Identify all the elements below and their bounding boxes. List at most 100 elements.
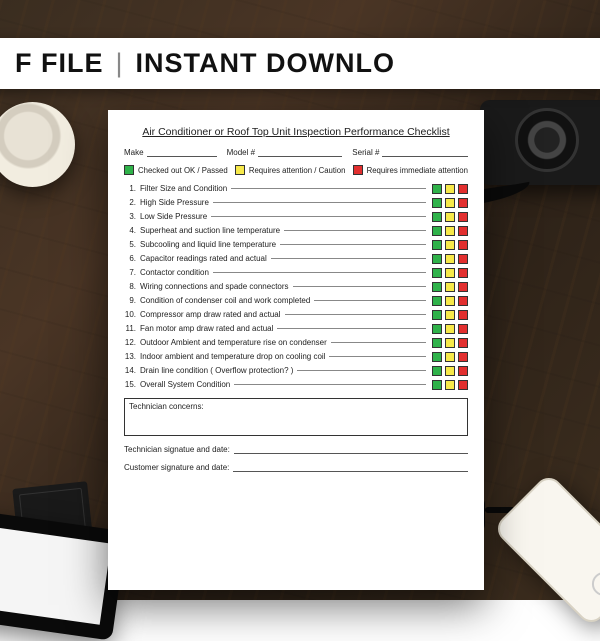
checklist-row: 8.Wiring connections and spade connector… (124, 282, 468, 292)
item-number: 11. (124, 325, 140, 333)
checkbox-immediate[interactable] (458, 184, 468, 194)
checkbox-passed[interactable] (432, 324, 442, 334)
item-number: 12. (124, 339, 140, 347)
checklist-row: 15.Overall System Condition (124, 380, 468, 390)
product-mockup-scene: F FILE | INSTANT DOWNLO Air Conditioner … (0, 0, 600, 600)
checkbox-caution[interactable] (445, 212, 455, 222)
item-notes-line[interactable] (211, 216, 426, 217)
legend-label-immediate: Requires immediate attention (367, 166, 468, 175)
checkbox-passed[interactable] (432, 240, 442, 250)
checkbox-immediate[interactable] (458, 212, 468, 222)
item-status-boxes (432, 366, 468, 376)
item-notes-line[interactable] (280, 244, 426, 245)
checkbox-passed[interactable] (432, 184, 442, 194)
concerns-label: Technician concerns: (129, 402, 204, 411)
checkbox-passed[interactable] (432, 226, 442, 236)
checklist-row: 6.Capacitor readings rated and actual (124, 254, 468, 264)
checkbox-passed[interactable] (432, 198, 442, 208)
checkbox-passed[interactable] (432, 212, 442, 222)
checkbox-immediate[interactable] (458, 324, 468, 334)
item-status-boxes (432, 324, 468, 334)
item-notes-line[interactable] (329, 356, 426, 357)
checkbox-passed[interactable] (432, 296, 442, 306)
checkbox-immediate[interactable] (458, 366, 468, 376)
technician-concerns-box[interactable]: Technician concerns: (124, 398, 468, 436)
item-number: 6. (124, 255, 140, 263)
cust-sig-line[interactable] (233, 464, 468, 472)
item-notes-line[interactable] (234, 384, 426, 385)
item-notes-line[interactable] (213, 272, 426, 273)
checkbox-passed[interactable] (432, 338, 442, 348)
item-notes-line[interactable] (297, 370, 426, 371)
item-notes-line[interactable] (314, 300, 426, 301)
item-status-boxes (432, 268, 468, 278)
checkbox-passed[interactable] (432, 268, 442, 278)
input-serial[interactable] (382, 148, 468, 157)
item-status-boxes (432, 212, 468, 222)
item-notes-line[interactable] (271, 258, 426, 259)
checkbox-passed[interactable] (432, 254, 442, 264)
checkbox-passed[interactable] (432, 366, 442, 376)
item-number: 10. (124, 311, 140, 319)
item-number: 2. (124, 199, 140, 207)
checkbox-immediate[interactable] (458, 296, 468, 306)
item-label: Capacitor readings rated and actual (140, 255, 267, 263)
item-number: 8. (124, 283, 140, 291)
checkbox-caution[interactable] (445, 324, 455, 334)
checklist-row: 12.Outdoor Ambient and temperature rise … (124, 338, 468, 348)
item-notes-line[interactable] (213, 202, 426, 203)
checklist-row: 5.Subcooling and liquid line temperature (124, 240, 468, 250)
item-notes-line[interactable] (293, 286, 426, 287)
item-notes-line[interactable] (331, 342, 426, 343)
tech-sig-line[interactable] (234, 446, 468, 454)
banner-separator: | (116, 48, 124, 79)
checkbox-caution[interactable] (445, 352, 455, 362)
checkbox-immediate[interactable] (458, 198, 468, 208)
checkbox-immediate[interactable] (458, 254, 468, 264)
checkbox-caution[interactable] (445, 282, 455, 292)
item-notes-line[interactable] (231, 188, 426, 189)
legend-label-caution: Requires attention / Caution (249, 166, 346, 175)
checkbox-caution[interactable] (445, 226, 455, 236)
checkbox-passed[interactable] (432, 310, 442, 320)
checklist-row: 11.Fan motor amp draw rated and actual (124, 324, 468, 334)
checkbox-caution[interactable] (445, 380, 455, 390)
checkbox-passed[interactable] (432, 380, 442, 390)
checkbox-immediate[interactable] (458, 268, 468, 278)
checkbox-passed[interactable] (432, 282, 442, 292)
doc-title: Air Conditioner or Roof Top Unit Inspect… (124, 126, 468, 138)
checkbox-immediate[interactable] (458, 226, 468, 236)
checkbox-caution[interactable] (445, 310, 455, 320)
checkbox-caution[interactable] (445, 366, 455, 376)
checkbox-immediate[interactable] (458, 338, 468, 348)
item-label: Low Side Pressure (140, 213, 207, 221)
checkbox-caution[interactable] (445, 296, 455, 306)
checkbox-immediate[interactable] (458, 240, 468, 250)
checkbox-caution[interactable] (445, 184, 455, 194)
item-number: 15. (124, 381, 140, 389)
checkbox-immediate[interactable] (458, 282, 468, 292)
item-number: 7. (124, 269, 140, 277)
item-notes-line[interactable] (284, 230, 426, 231)
input-make[interactable] (147, 148, 217, 157)
checkbox-immediate[interactable] (458, 380, 468, 390)
checklist-row: 2.High Side Pressure (124, 198, 468, 208)
checkbox-caution[interactable] (445, 254, 455, 264)
item-status-boxes (432, 310, 468, 320)
item-number: 1. (124, 185, 140, 193)
checklist-row: 4.Superheat and suction line temperature (124, 226, 468, 236)
item-notes-line[interactable] (285, 314, 426, 315)
checkbox-caution[interactable] (445, 198, 455, 208)
checkbox-caution[interactable] (445, 240, 455, 250)
item-number: 13. (124, 353, 140, 361)
checklist-row: 14.Drain line condition ( Overflow prote… (124, 366, 468, 376)
input-model[interactable] (258, 148, 342, 157)
checkbox-immediate[interactable] (458, 352, 468, 362)
checkbox-caution[interactable] (445, 268, 455, 278)
checkbox-immediate[interactable] (458, 310, 468, 320)
checkbox-caution[interactable] (445, 338, 455, 348)
checklist-row: 3.Low Side Pressure (124, 212, 468, 222)
item-notes-line[interactable] (277, 328, 426, 329)
item-status-boxes (432, 380, 468, 390)
checkbox-passed[interactable] (432, 352, 442, 362)
